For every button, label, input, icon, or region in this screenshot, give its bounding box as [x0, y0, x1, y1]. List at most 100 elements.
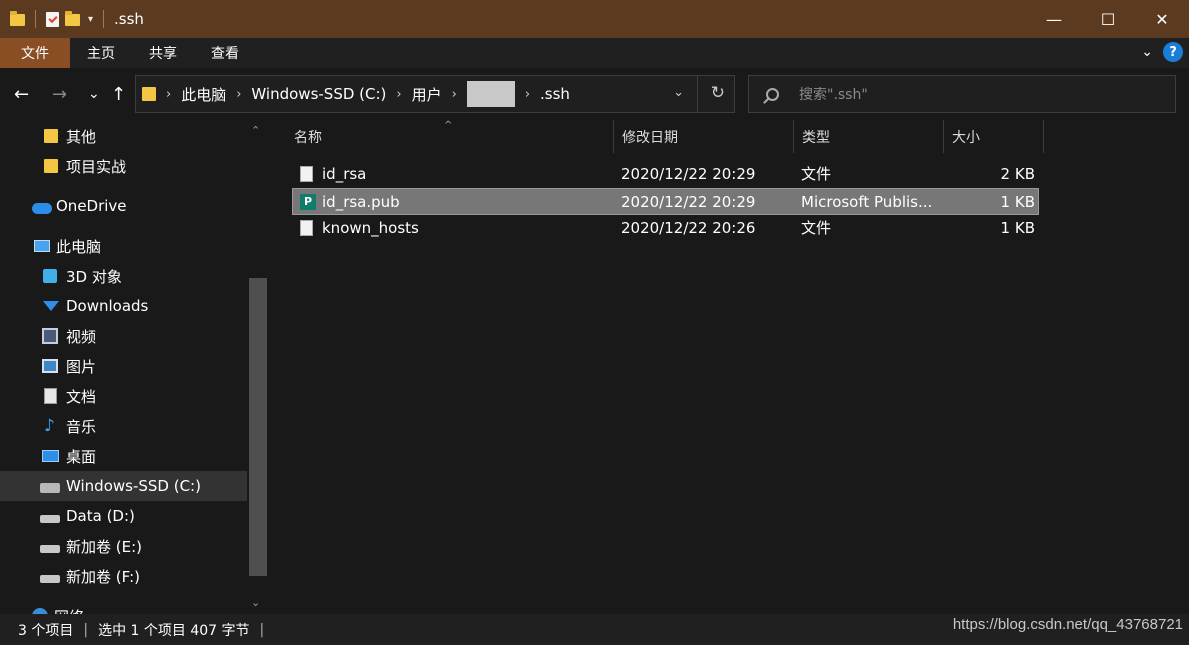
tab-file[interactable]: 文件 — [0, 38, 70, 68]
file-date: 2020/12/22 20:29 — [621, 164, 756, 183]
sidebar-item-label: 桌面 — [66, 447, 97, 466]
new-folder-icon[interactable] — [65, 11, 80, 26]
sidebar-item-label: Downloads — [66, 297, 149, 315]
column-header-name[interactable]: 名称 — [284, 120, 614, 153]
column-header-type[interactable]: 类型 — [792, 120, 942, 153]
sidebar-item-this-pc[interactable]: 此电脑 — [0, 231, 247, 261]
music-note-icon: ♪ — [44, 416, 55, 436]
3d-objects-icon — [43, 269, 57, 283]
sidebar-item-label: OneDrive — [56, 197, 127, 215]
status-separator: | — [83, 621, 89, 638]
address-divider — [697, 76, 698, 112]
publisher-file-icon: P — [300, 193, 316, 210]
documents-icon — [44, 388, 57, 404]
sidebar-item-label: 网络 — [54, 606, 84, 615]
crumb-separator: › — [524, 86, 531, 102]
up-button[interactable]: ↑ — [111, 84, 126, 105]
help-icon[interactable]: ? — [1163, 42, 1183, 62]
sidebar-scrollbar-thumb[interactable] — [249, 278, 267, 576]
sidebar-item-label: 项目实战 — [66, 157, 127, 176]
status-separator: | — [259, 621, 265, 638]
window-title: .ssh — [114, 10, 144, 28]
search-input[interactable]: 搜索".ssh" — [799, 84, 868, 104]
scroll-down-arrow-icon[interactable]: ⌄ — [251, 596, 260, 609]
recent-locations-button[interactable]: ⌄ — [88, 86, 100, 102]
sidebar-item-label: 音乐 — [66, 417, 97, 436]
crumb-users[interactable]: 用户 — [412, 76, 442, 112]
sidebar-item-documents[interactable]: 文档 — [0, 381, 247, 411]
search-icon — [766, 87, 779, 101]
sidebar-item-label: 新加卷 (E:) — [66, 537, 143, 556]
file-size: 1 KB — [1000, 218, 1035, 237]
scroll-up-arrow-icon[interactable]: ⌃ — [251, 124, 260, 137]
column-divider[interactable] — [1043, 120, 1044, 153]
sidebar-item-label: Data (D:) — [66, 507, 135, 525]
selection-info: 选中 1 个项目 407 字节 — [98, 622, 250, 639]
toolbar-divider — [35, 10, 36, 28]
address-bar[interactable]: › 此电脑 › Windows-SSD (C:) › 用户 › › .ssh ⌄… — [135, 75, 735, 113]
sidebar-item-onedrive[interactable]: OneDrive — [0, 191, 247, 221]
desktop-icon — [42, 450, 59, 462]
file-size: 2 KB — [1000, 164, 1035, 183]
table-row[interactable]: known_hosts 2020/12/22 20:26 文件 1 KB — [292, 215, 1039, 242]
sidebar-item-projects[interactable]: 项目实战 — [0, 151, 247, 181]
sidebar-item-other[interactable]: 其他 — [0, 121, 247, 151]
sidebar-item-label: 新加卷 (F:) — [66, 567, 140, 586]
tab-home[interactable]: 主页 — [70, 38, 132, 68]
file-name: id_rsa.pub — [322, 192, 400, 211]
pictures-icon — [42, 359, 58, 373]
refresh-icon[interactable]: ↻ — [711, 83, 725, 103]
expand-ribbon-chevron-icon[interactable]: ⌄ — [1141, 44, 1153, 60]
sidebar-item-label: Windows-SSD (C:) — [66, 477, 201, 495]
sidebar-item-pictures[interactable]: 图片 — [0, 351, 247, 381]
folder-icon — [142, 87, 156, 101]
crumb-this-pc[interactable]: 此电脑 — [181, 76, 226, 112]
file-type: 文件 — [801, 219, 832, 237]
file-name: known_hosts — [322, 218, 419, 237]
downloads-arrow-icon — [43, 301, 59, 311]
maximize-button[interactable]: ☐ — [1081, 0, 1135, 38]
sidebar-item-music[interactable]: ♪ 音乐 — [0, 411, 247, 441]
sidebar-item-e-drive[interactable]: 新加卷 (E:) — [0, 531, 247, 561]
forward-button[interactable]: → — [52, 84, 67, 105]
ribbon-tabs: 文件 主页 共享 查看 ⌄ ? — [0, 38, 1189, 68]
back-button[interactable]: ← — [14, 84, 29, 105]
sidebar-item-videos[interactable]: 视频 — [0, 321, 247, 351]
column-header-date[interactable]: 修改日期 — [612, 120, 792, 153]
folder-icon — [10, 11, 25, 26]
table-row[interactable]: id_rsa 2020/12/22 20:29 文件 2 KB — [292, 161, 1039, 188]
file-type: Microsoft Publis... — [801, 192, 933, 211]
minimize-button[interactable]: — — [1027, 0, 1081, 38]
drive-icon — [40, 514, 60, 523]
redacted-username-crumb[interactable] — [466, 81, 515, 107]
sidebar-item-label: 视频 — [66, 327, 97, 346]
crumb-separator: › — [396, 86, 402, 102]
close-button[interactable]: ✕ — [1135, 0, 1189, 38]
customize-toolbar-arrow-icon[interactable]: ▾ — [88, 14, 93, 25]
sidebar-item-network[interactable]: 网络 — [0, 601, 247, 614]
toolbar-divider — [103, 10, 105, 28]
address-history-chevron-icon[interactable]: ⌄ — [673, 85, 684, 100]
sidebar-item-f-drive[interactable]: 新加卷 (F:) — [0, 561, 247, 591]
sidebar-item-desktop[interactable]: 桌面 — [0, 441, 247, 471]
crumb-c-drive[interactable]: Windows-SSD (C:) — [251, 76, 386, 112]
column-header-size[interactable]: 大小 — [942, 120, 1042, 153]
crumb-separator: › — [166, 86, 172, 102]
sidebar-item-c-drive[interactable]: Windows-SSD (C:) — [0, 471, 247, 501]
drive-icon — [40, 574, 60, 583]
sidebar-item-downloads[interactable]: Downloads — [0, 291, 247, 321]
tab-share[interactable]: 共享 — [132, 38, 194, 68]
tab-view[interactable]: 查看 — [194, 38, 256, 68]
sidebar-item-3d-objects[interactable]: 3D 对象 — [0, 261, 247, 291]
properties-icon[interactable] — [46, 11, 59, 27]
crumb-separator: › — [236, 86, 242, 102]
file-icon — [300, 219, 313, 236]
navigation-pane: 其他 项目实战 OneDrive 此电脑 3D 对象 Downloads 视频 … — [0, 120, 270, 614]
sidebar-item-d-drive[interactable]: Data (D:) — [0, 501, 247, 531]
sidebar-item-label: 其他 — [66, 127, 97, 146]
watermark-text: https://blog.csdn.net/qq_43768721 — [952, 616, 1183, 633]
crumb-ssh[interactable]: .ssh — [540, 76, 570, 112]
search-box[interactable]: 搜索".ssh" — [748, 75, 1176, 113]
table-row-selected[interactable]: P id_rsa.pub 2020/12/22 20:29 Microsoft … — [292, 188, 1039, 215]
window-controls: — ☐ ✕ — [1027, 0, 1189, 38]
